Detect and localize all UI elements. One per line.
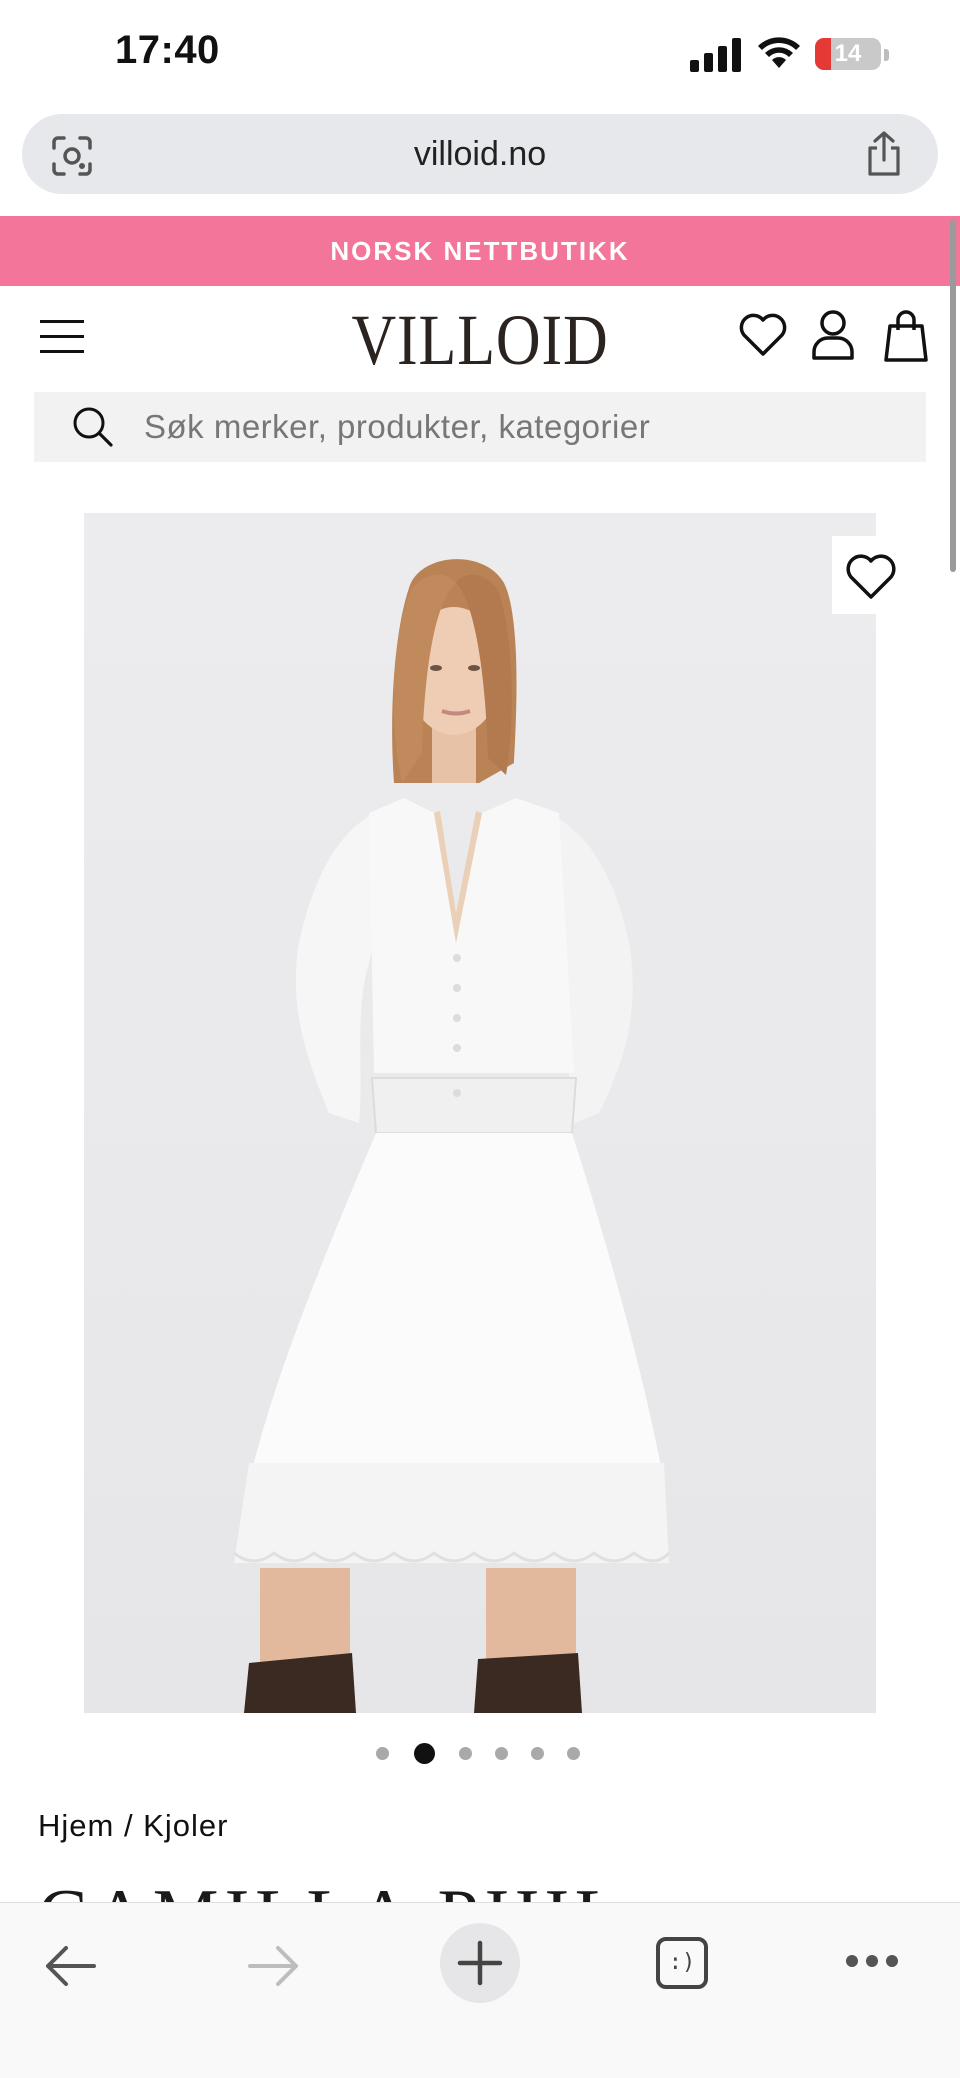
carousel-dot[interactable] (376, 1747, 389, 1760)
search-icon[interactable] (72, 406, 114, 448)
breadcrumb[interactable]: Hjem / Kjoler (38, 1808, 228, 1844)
account-icon[interactable] (810, 308, 856, 362)
shopping-bag-icon[interactable] (882, 308, 930, 364)
url-text[interactable]: villoid.no (22, 114, 938, 194)
status-time: 17:40 (115, 28, 220, 72)
forward-arrow-icon[interactable] (246, 1943, 302, 1989)
search-input[interactable] (144, 392, 916, 462)
share-icon[interactable] (862, 130, 906, 178)
browser-toolbar: :) (0, 1902, 960, 2078)
carousel-dot[interactable] (495, 1747, 508, 1760)
lens-icon[interactable] (50, 134, 94, 178)
heart-icon[interactable] (738, 312, 788, 358)
more-icon[interactable] (846, 1955, 898, 1969)
back-arrow-icon[interactable] (42, 1943, 98, 1989)
carousel-dot[interactable] (567, 1747, 580, 1760)
carousel-dot-active[interactable] (414, 1743, 435, 1764)
signal-icon (690, 36, 742, 72)
battery-icon: 14 (815, 38, 881, 70)
new-tab-button[interactable] (440, 1923, 520, 2003)
site-logo[interactable]: VILLOID (351, 298, 609, 382)
menu-icon[interactable] (40, 318, 84, 354)
heart-icon[interactable] (832, 536, 910, 614)
battery-cap (884, 49, 889, 61)
battery-level: 14 (834, 40, 862, 67)
carousel-dots[interactable] (376, 1742, 586, 1766)
search-bar[interactable] (34, 392, 926, 462)
address-bar[interactable]: villoid.no (22, 114, 938, 194)
carousel-dot[interactable] (459, 1747, 472, 1760)
wifi-icon (758, 37, 800, 68)
favorite-button[interactable] (832, 536, 910, 614)
product-photo[interactable] (84, 513, 876, 1713)
plus-icon[interactable] (440, 1923, 520, 2003)
model-illustration (233, 559, 671, 1713)
tabs-icon[interactable]: :) (656, 1937, 708, 1989)
promo-banner[interactable]: NORSK NETTBUTIKK (0, 216, 960, 286)
carousel-dot[interactable] (531, 1747, 544, 1760)
page-scrollbar[interactable] (950, 220, 956, 572)
